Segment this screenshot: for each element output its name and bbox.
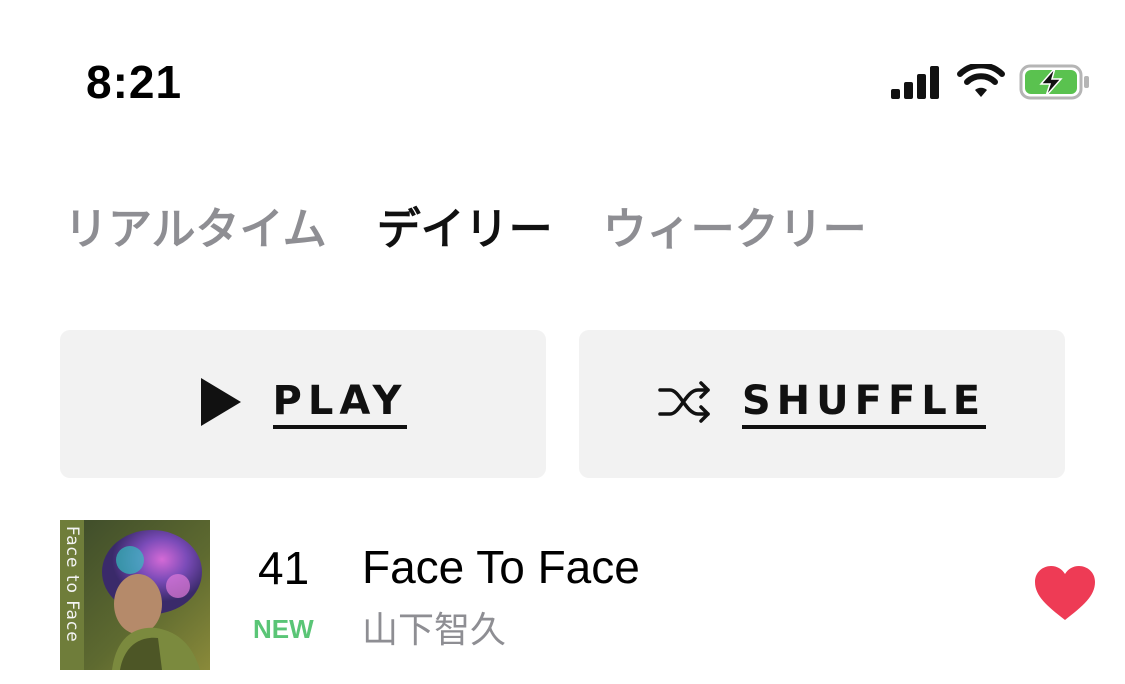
heart-icon[interactable] [1033, 564, 1097, 622]
album-artwork: Face to Face [60, 520, 210, 670]
chart-rank: 41 [258, 542, 310, 594]
chart-period-tabs: リアルタイム デイリー ウィークリー [64, 196, 917, 264]
wifi-icon [957, 64, 1005, 100]
track-title: Face To Face [362, 541, 640, 593]
play-button[interactable]: PLAY [60, 330, 546, 478]
cellular-signal-icon [891, 65, 943, 99]
new-badge: NEW [253, 614, 314, 644]
shuffle-label: SHUFFLE [741, 379, 987, 429]
tab-realtime[interactable]: リアルタイム [64, 196, 327, 264]
track-artist: 山下智久 [362, 610, 507, 651]
track-row[interactable]: Face to Face 41 NEW Face To Face 山下智久 [60, 520, 1100, 670]
tab-daily[interactable]: デイリー [377, 196, 553, 264]
play-label: PLAY [272, 379, 408, 429]
status-time: 8:21 [86, 56, 183, 108]
play-icon [199, 376, 243, 432]
artwork-title: Face to Face [62, 526, 82, 643]
shuffle-icon [658, 378, 712, 430]
status-icons [891, 60, 1091, 104]
tab-weekly[interactable]: ウィークリー [603, 196, 867, 264]
battery-charging-icon [1019, 64, 1091, 100]
shuffle-button[interactable]: SHUFFLE [579, 330, 1065, 478]
